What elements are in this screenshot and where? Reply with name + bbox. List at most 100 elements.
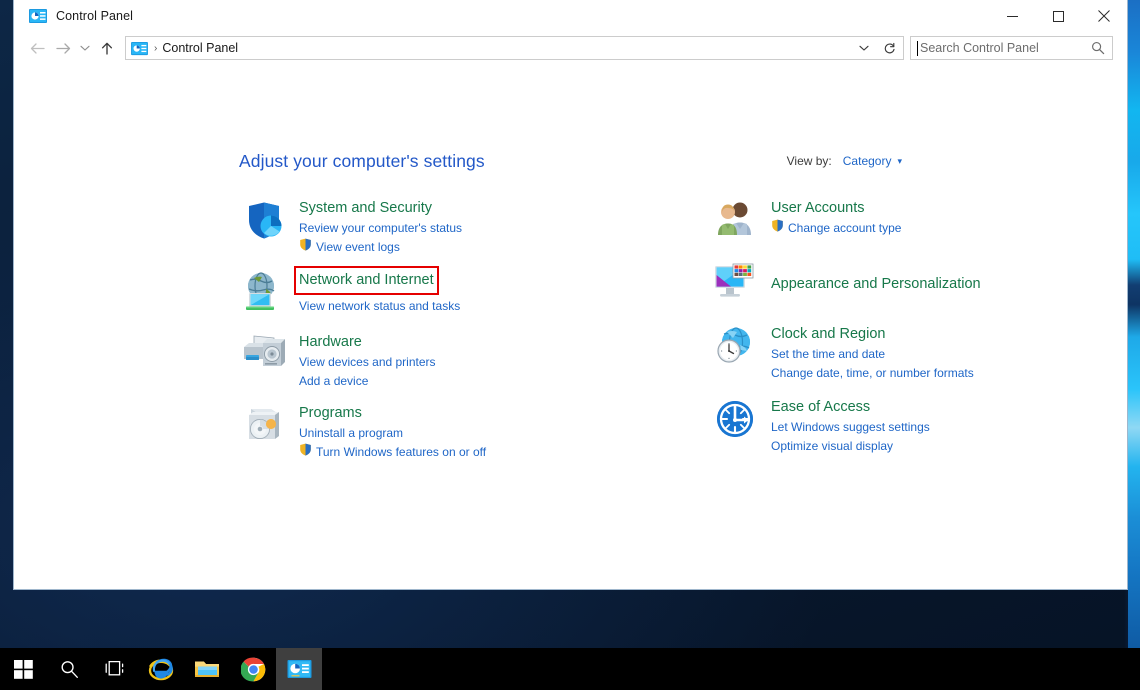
category-link[interactable]: View devices and printers bbox=[299, 353, 436, 371]
category-title[interactable]: Programs bbox=[299, 404, 362, 423]
ease-of-access-icon bbox=[711, 396, 759, 455]
category-body: Hardware View devices and printers Add a… bbox=[287, 331, 436, 390]
link-text: View network status and tasks bbox=[299, 299, 461, 313]
control-panel-window: Control Panel › Control Panel Search Con… bbox=[13, 0, 1128, 590]
category-body: Network and Internet View network status… bbox=[287, 266, 460, 315]
search-box[interactable] bbox=[910, 36, 1113, 60]
category-hardware[interactable]: Hardware View devices and printers Add a… bbox=[239, 331, 589, 390]
category-title[interactable]: Ease of Access bbox=[771, 398, 870, 417]
view-by-label: View by: bbox=[786, 154, 832, 168]
start-button[interactable] bbox=[0, 648, 46, 690]
category-link[interactable]: Review your computer's status bbox=[299, 219, 462, 237]
link-text: Turn Windows features on or off bbox=[316, 445, 487, 459]
category-title[interactable]: System and Security bbox=[299, 199, 432, 218]
link-text: Set the time and date bbox=[771, 347, 886, 361]
breadcrumb-separator: › bbox=[154, 42, 158, 54]
view-by-value[interactable]: Category bbox=[843, 154, 892, 168]
category-body: User Accounts Change account type bbox=[759, 197, 901, 239]
view-by-control: View by: Category ▾ bbox=[787, 154, 902, 168]
maximize-button[interactable] bbox=[1035, 0, 1081, 32]
refresh-icon[interactable] bbox=[877, 38, 901, 58]
category-link[interactable]: Turn Windows features on or off bbox=[299, 443, 486, 461]
uac-shield-icon bbox=[771, 219, 784, 237]
search-button[interactable] bbox=[46, 648, 92, 690]
uac-shield-icon bbox=[299, 238, 312, 256]
link-text: Change date, time, or number formats bbox=[771, 366, 974, 380]
category-system-and-security[interactable]: System and Security Review your computer… bbox=[239, 197, 589, 256]
link-text: View event logs bbox=[316, 240, 400, 254]
control-panel-content: Adjust your computer's settings View by:… bbox=[14, 64, 1127, 589]
recent-locations-chevron-down-icon[interactable] bbox=[76, 35, 94, 61]
internet-explorer-button[interactable] bbox=[138, 648, 184, 690]
link-text: Let Windows suggest settings bbox=[771, 420, 930, 434]
category-body: Clock and Region Set the time and date C… bbox=[759, 323, 974, 382]
chevron-down-icon[interactable]: ▾ bbox=[897, 156, 902, 167]
file-explorer-button[interactable] bbox=[184, 648, 230, 690]
category-columns: System and Security Review your computer… bbox=[239, 197, 1087, 473]
control-panel-icon bbox=[287, 659, 311, 678]
category-body: Ease of Access Let Windows suggest setti… bbox=[759, 396, 930, 455]
category-user-accounts[interactable]: User Accounts Change account type bbox=[711, 197, 1061, 239]
search-icon bbox=[61, 660, 78, 678]
window-title: Control Panel bbox=[56, 9, 134, 23]
search-input[interactable] bbox=[920, 41, 1070, 55]
category-title[interactable]: User Accounts bbox=[771, 199, 865, 218]
link-text: Add a device bbox=[299, 374, 369, 388]
page-title: Adjust your computer's settings bbox=[239, 151, 485, 171]
printer-hardware-icon bbox=[239, 331, 287, 390]
category-link[interactable]: Change account type bbox=[771, 219, 901, 237]
globe-network-icon bbox=[239, 269, 287, 315]
category-link[interactable]: View network status and tasks bbox=[299, 297, 460, 315]
category-title[interactable]: Appearance and Personalization bbox=[771, 275, 981, 294]
category-link[interactable]: Change date, time, or number formats bbox=[771, 364, 974, 382]
category-body: Programs Uninstall a program Turn Window… bbox=[287, 402, 486, 461]
search-icon[interactable] bbox=[1088, 37, 1108, 59]
category-link[interactable]: Set the time and date bbox=[771, 345, 974, 363]
chrome-button[interactable] bbox=[230, 648, 276, 690]
category-clock-and-region[interactable]: Clock and Region Set the time and date C… bbox=[711, 323, 1061, 382]
clock-region-icon bbox=[711, 323, 759, 382]
control-panel-icon bbox=[29, 8, 47, 24]
category-title[interactable]: Clock and Region bbox=[771, 325, 885, 344]
shield-security-icon bbox=[239, 197, 287, 256]
category-column-right: User Accounts Change account type Appear… bbox=[711, 197, 1061, 473]
link-text: Optimize visual display bbox=[771, 439, 894, 453]
breadcrumb-item-control-panel[interactable]: Control Panel bbox=[162, 41, 238, 55]
category-title[interactable]: Network and Internet bbox=[294, 266, 439, 295]
breadcrumb[interactable]: › Control Panel bbox=[125, 36, 904, 60]
back-arrow-icon[interactable] bbox=[24, 35, 50, 61]
window-title-bar[interactable]: Control Panel bbox=[14, 0, 1127, 32]
appearance-monitor-icon bbox=[711, 259, 759, 303]
task-view-button[interactable] bbox=[92, 648, 138, 690]
control-panel-icon bbox=[131, 41, 148, 56]
category-link[interactable]: View event logs bbox=[299, 238, 462, 256]
wallpaper-right-strip bbox=[1128, 0, 1140, 648]
category-link[interactable]: Optimize visual display bbox=[771, 437, 930, 455]
link-text: Review your computer's status bbox=[299, 221, 463, 235]
windows-logo-icon bbox=[13, 659, 33, 679]
category-ease-of-access[interactable]: Ease of Access Let Windows suggest setti… bbox=[711, 396, 1061, 455]
category-programs[interactable]: Programs Uninstall a program Turn Window… bbox=[239, 402, 589, 461]
category-title[interactable]: Hardware bbox=[299, 333, 362, 352]
address-bar: › Control Panel bbox=[14, 32, 1127, 64]
task-view-icon bbox=[105, 660, 123, 675]
forward-arrow-icon[interactable] bbox=[50, 35, 76, 61]
link-text: Change account type bbox=[788, 221, 902, 235]
address-dropdown-chevron-down-icon[interactable] bbox=[855, 37, 873, 59]
category-link[interactable]: Let Windows suggest settings bbox=[771, 418, 930, 436]
minimize-button[interactable] bbox=[989, 0, 1035, 32]
close-button[interactable] bbox=[1081, 0, 1127, 32]
category-body: Appearance and Personalization bbox=[759, 259, 981, 303]
text-cursor bbox=[917, 41, 918, 56]
category-link[interactable]: Uninstall a program bbox=[299, 424, 486, 442]
window-controls bbox=[989, 0, 1127, 32]
internet-explorer-icon bbox=[148, 658, 174, 681]
category-appearance-and-personalization[interactable]: Appearance and Personalization bbox=[711, 259, 1061, 303]
link-text: Uninstall a program bbox=[299, 426, 404, 440]
category-network-and-internet[interactable]: Network and Internet View network status… bbox=[239, 266, 589, 315]
uac-shield-icon bbox=[299, 443, 312, 461]
category-column-left: System and Security Review your computer… bbox=[239, 197, 589, 473]
category-link[interactable]: Add a device bbox=[299, 372, 436, 390]
up-arrow-icon[interactable] bbox=[94, 35, 120, 61]
control-panel-button[interactable] bbox=[276, 648, 322, 690]
